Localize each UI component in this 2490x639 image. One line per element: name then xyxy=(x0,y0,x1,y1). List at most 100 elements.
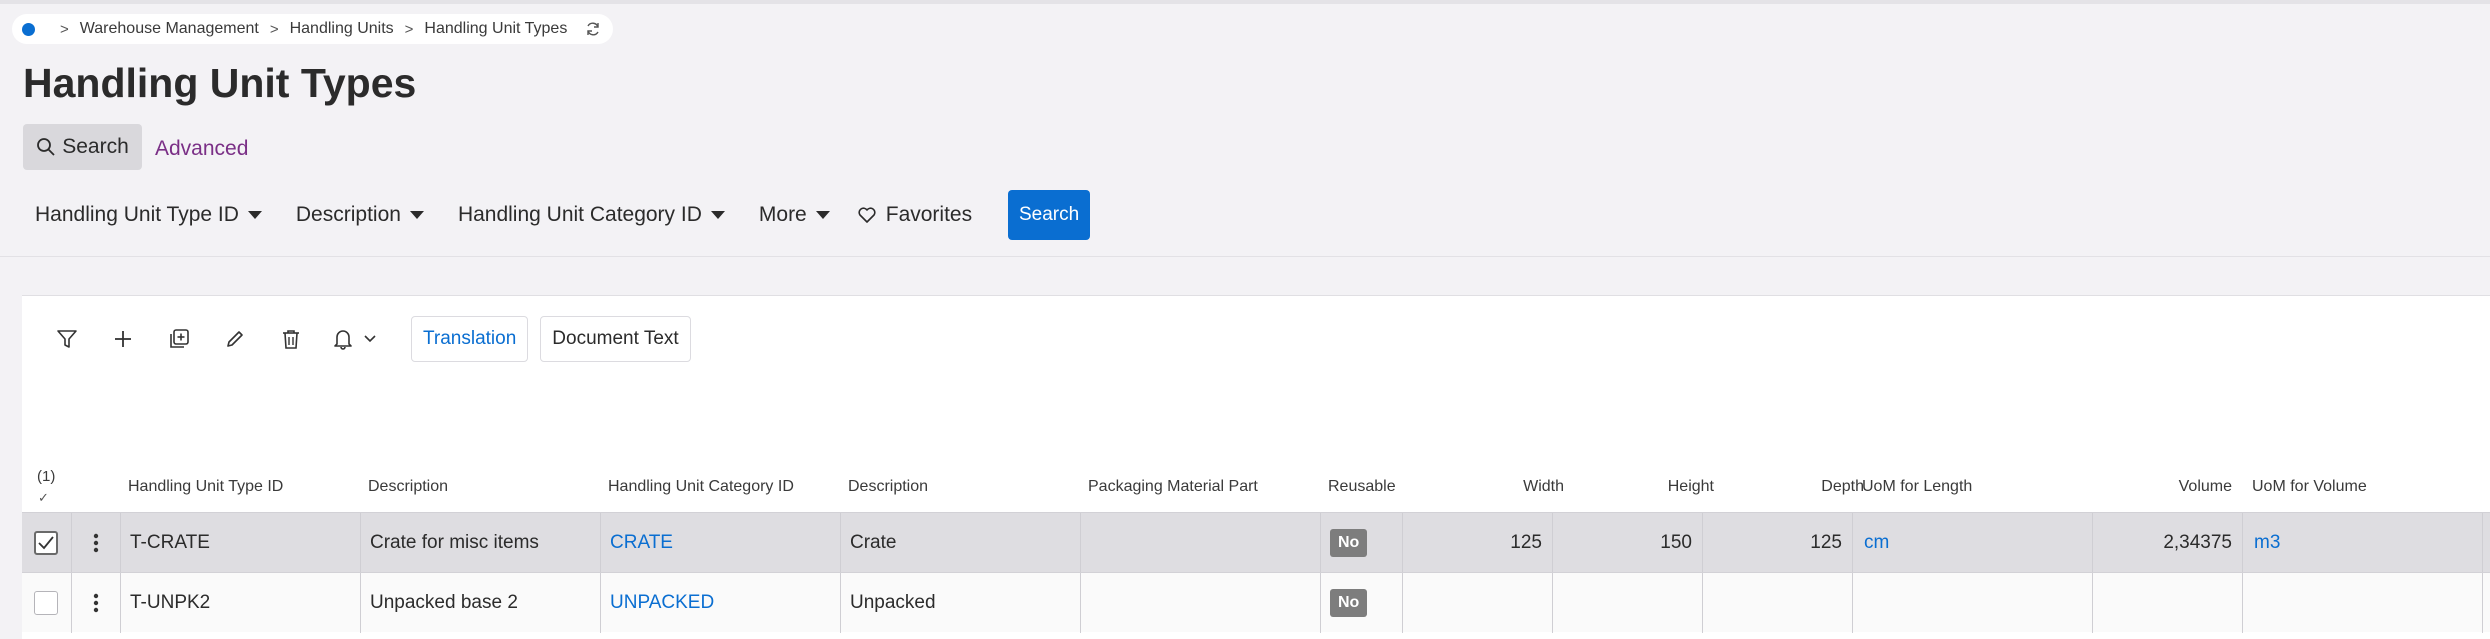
filter-type-id[interactable]: Handling Unit Type ID xyxy=(35,203,262,227)
cell-uom-volume[interactable]: m3 xyxy=(2254,513,2280,573)
page-title: Handling Unit Types xyxy=(23,60,417,106)
breadcrumb-item-current: Handling Unit Types xyxy=(424,20,568,37)
chevron-right-icon: > xyxy=(60,20,69,38)
cell-divider xyxy=(1320,573,1321,633)
edit-icon[interactable] xyxy=(207,316,263,362)
bell-icon xyxy=(334,330,352,350)
caret-down-icon xyxy=(710,211,725,219)
cell-divider xyxy=(1080,573,1081,633)
more-vertical-icon[interactable] xyxy=(81,528,111,558)
divider xyxy=(0,256,2490,257)
filter-bar: Handling Unit Type ID Description Handli… xyxy=(35,190,1091,240)
filter-description[interactable]: Description xyxy=(296,203,424,227)
search-icon xyxy=(37,138,55,156)
filter-icon[interactable] xyxy=(39,316,95,362)
column-header[interactable]: Depth xyxy=(1790,478,1864,496)
search-toggle-button[interactable]: Search xyxy=(23,124,142,170)
column-header[interactable]: Handling Unit Type ID xyxy=(128,478,283,496)
row-checkbox[interactable] xyxy=(34,591,58,615)
favorites-button[interactable]: Favorites xyxy=(858,203,972,227)
top-border xyxy=(0,0,2490,4)
cell-description[interactable]: Crate for misc items xyxy=(370,513,539,573)
cell-divider xyxy=(120,573,121,633)
cell-type-id[interactable]: T-UNPK2 xyxy=(130,573,210,633)
breadcrumb-item-handling-units[interactable]: Handling Units xyxy=(290,20,394,38)
cell-divider xyxy=(2482,513,2483,573)
chevron-right-icon: > xyxy=(269,20,279,38)
breadcrumb-item-warehouse[interactable]: Warehouse Management xyxy=(80,20,259,38)
check-icon[interactable]: ✓ xyxy=(38,490,49,506)
table-row[interactable]: T-CRATE Crate for misc items CRATE Crate… xyxy=(22,512,2490,573)
results-panel: Translation Document Text (1) ✓ Handling… xyxy=(22,295,2490,639)
search-toggle-label: Search xyxy=(62,135,129,158)
column-header[interactable]: Description xyxy=(848,478,928,496)
heart-icon xyxy=(858,207,876,223)
column-header[interactable]: Description xyxy=(368,478,448,496)
table-row[interactable]: T-UNPK2 Unpacked base 2 UNPACKED Unpacke… xyxy=(22,572,2490,633)
column-header[interactable]: Reusable xyxy=(1328,478,1396,496)
cell-uom-length[interactable]: cm xyxy=(1864,513,1889,573)
column-header[interactable]: UoM for Length xyxy=(1862,478,1972,496)
cell-volume[interactable] xyxy=(2092,573,2232,633)
cell-category-id[interactable]: CRATE xyxy=(610,513,673,573)
caret-down-icon xyxy=(247,211,262,219)
check-icon xyxy=(38,536,54,550)
delete-icon[interactable] xyxy=(263,316,319,362)
cell-divider xyxy=(1080,513,1081,573)
filter-label: Handling Unit Category ID xyxy=(457,203,702,226)
cell-width[interactable] xyxy=(1402,573,1542,633)
caret-down-icon xyxy=(409,211,424,219)
cell-category-description[interactable]: Crate xyxy=(850,513,896,573)
cell-divider xyxy=(71,573,72,633)
cell-depth[interactable] xyxy=(1702,573,1842,633)
filter-more[interactable]: More xyxy=(759,203,830,227)
caret-down-icon xyxy=(815,211,830,219)
home-icon[interactable] xyxy=(22,22,35,36)
reusable-badge: No xyxy=(1330,529,1368,557)
filter-label: Description xyxy=(295,203,401,226)
cell-type-id[interactable]: T-CRATE xyxy=(130,513,210,573)
cell-divider xyxy=(2482,573,2483,633)
selected-count: (1) xyxy=(37,468,56,485)
cell-reusable[interactable]: No xyxy=(1330,513,1368,573)
document-text-button[interactable]: Document Text xyxy=(540,316,691,362)
cell-divider xyxy=(840,573,841,633)
cell-divider xyxy=(360,513,361,573)
refresh-icon[interactable] xyxy=(585,21,601,37)
add-icon[interactable] xyxy=(95,316,151,362)
cell-description[interactable]: Unpacked base 2 xyxy=(370,573,518,633)
table-header: (1) ✓ Handling Unit Type ID Description … xyxy=(22,452,2490,512)
cell-divider xyxy=(71,513,72,573)
cell-divider xyxy=(600,573,601,633)
column-header[interactable]: UoM for Volume xyxy=(2252,478,2367,496)
chevron-down-icon xyxy=(364,335,376,343)
duplicate-icon[interactable] xyxy=(151,316,207,362)
cell-category-description[interactable]: Unpacked xyxy=(850,573,936,633)
column-header[interactable]: Packaging Material Part xyxy=(1088,478,1258,496)
cell-height[interactable] xyxy=(1552,573,1692,633)
column-header[interactable]: Volume xyxy=(2110,478,2232,496)
filter-category-id[interactable]: Handling Unit Category ID xyxy=(458,203,725,227)
cell-category-id[interactable]: UNPACKED xyxy=(610,573,714,633)
cell-width[interactable]: 125 xyxy=(1402,513,1542,573)
data-table: (1) ✓ Handling Unit Type ID Description … xyxy=(22,452,2490,633)
search-button[interactable]: Search xyxy=(1008,190,1091,240)
cell-divider xyxy=(840,513,841,573)
column-header[interactable]: Handling Unit Category ID xyxy=(608,478,794,496)
cell-volume[interactable]: 2,34375 xyxy=(2092,513,2232,573)
toolbar: Translation Document Text xyxy=(22,314,691,364)
advanced-search-link[interactable]: Advanced xyxy=(155,137,248,161)
cell-reusable[interactable]: No xyxy=(1330,573,1368,633)
cell-divider xyxy=(2242,513,2243,573)
column-header[interactable]: Width xyxy=(1500,478,1564,496)
translation-button[interactable]: Translation xyxy=(411,316,529,362)
notifications-menu[interactable] xyxy=(319,316,391,362)
cell-divider xyxy=(360,573,361,633)
chevron-right-icon: > xyxy=(404,20,414,38)
column-header[interactable]: Height xyxy=(1640,478,1714,496)
more-vertical-icon[interactable] xyxy=(81,588,111,618)
row-checkbox[interactable] xyxy=(34,531,58,555)
cell-height[interactable]: 150 xyxy=(1552,513,1692,573)
favorites-label: Favorites xyxy=(885,203,973,226)
cell-depth[interactable]: 125 xyxy=(1702,513,1842,573)
